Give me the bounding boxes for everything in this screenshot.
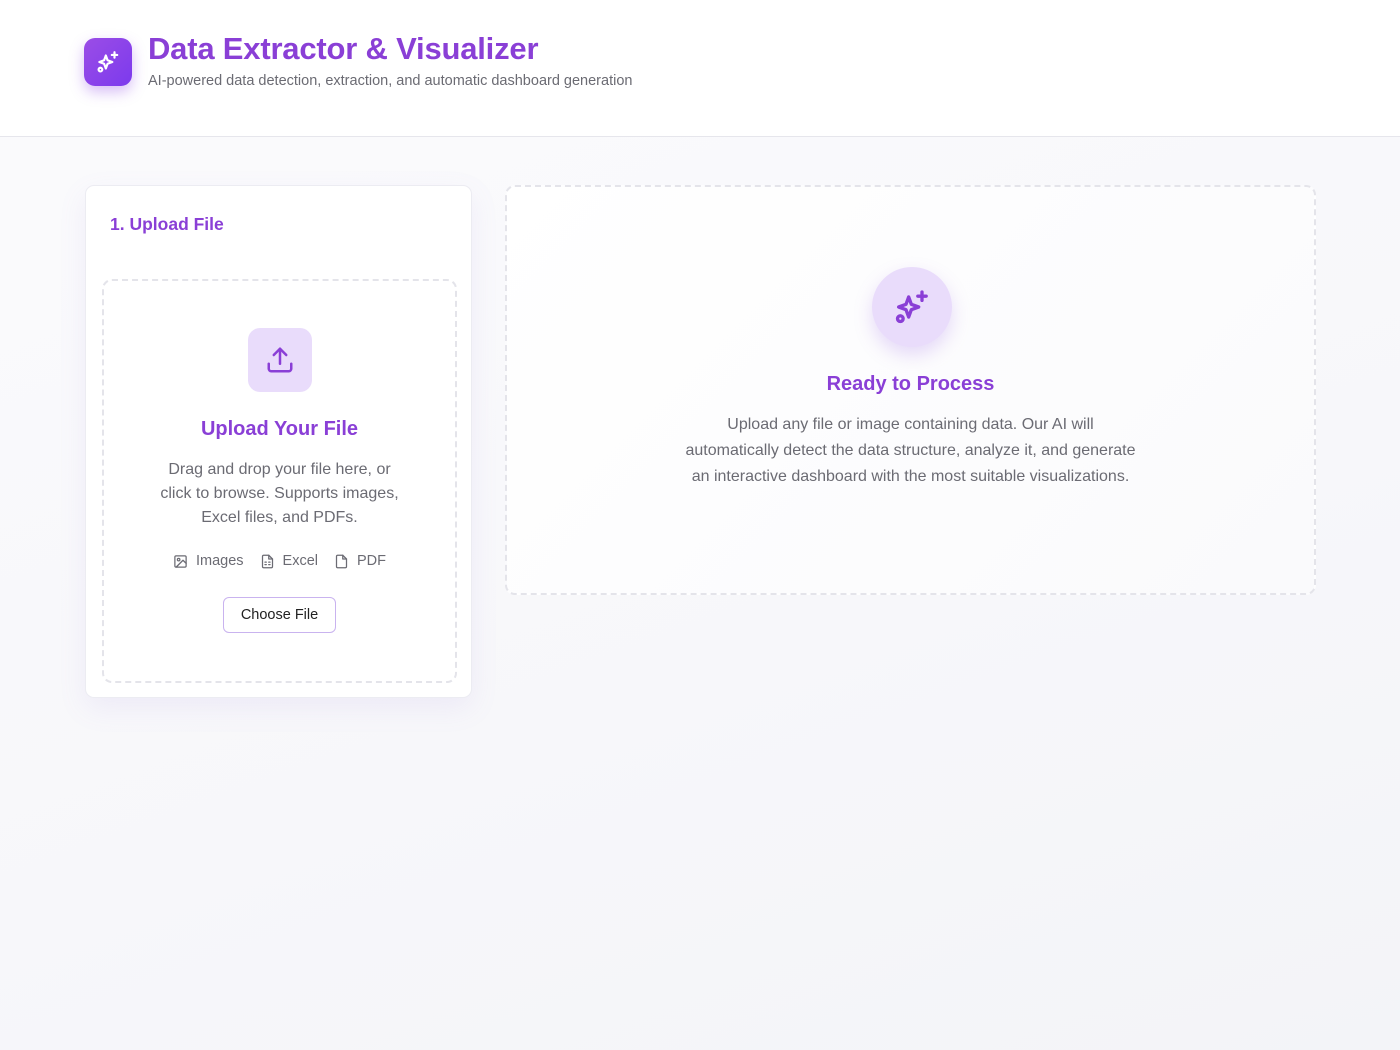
file-type-label: PDF — [357, 553, 387, 569]
file-icon — [335, 554, 348, 568]
supported-file-types: Images Excel PDF — [104, 553, 455, 569]
spreadsheet-file-icon — [261, 554, 273, 568]
image-icon — [174, 554, 187, 568]
upload-icon-container — [248, 328, 312, 392]
app-logo — [84, 38, 132, 86]
app-subtitle: AI-powered data detection, extraction, a… — [148, 73, 633, 89]
file-type-pdf: PDF — [334, 553, 386, 569]
ready-description: Upload any file or image containing data… — [685, 416, 1136, 485]
result-panel: Ready to Process Upload any file or imag… — [505, 185, 1316, 595]
upload-panel-title: 1. Upload File — [110, 214, 224, 234]
upload-panel: 1. Upload File Upload Your File Drag and… — [85, 185, 472, 698]
ready-icon-container — [872, 267, 952, 347]
file-type-excel: Excel — [260, 553, 318, 569]
ready-title: Ready to Process — [826, 373, 995, 395]
file-dropzone[interactable]: Upload Your File Drag and drop your file… — [102, 279, 457, 683]
upload-icon — [267, 347, 293, 373]
file-type-label: Images — [195, 553, 244, 569]
file-type-label: Excel — [282, 553, 319, 569]
choose-file-button[interactable]: Choose File — [223, 597, 336, 633]
dropzone-description: Drag and drop your file here, or click t… — [160, 461, 399, 526]
dropzone-title: Upload Your File — [200, 418, 359, 440]
sparkles-icon — [895, 290, 928, 324]
app-title: Data Extractor & Visualizer — [148, 31, 539, 66]
file-type-images: Images — [173, 553, 244, 569]
app-header: Data Extractor & Visualizer AI-powered d… — [0, 0, 1400, 137]
sparkles-icon — [97, 51, 119, 73]
